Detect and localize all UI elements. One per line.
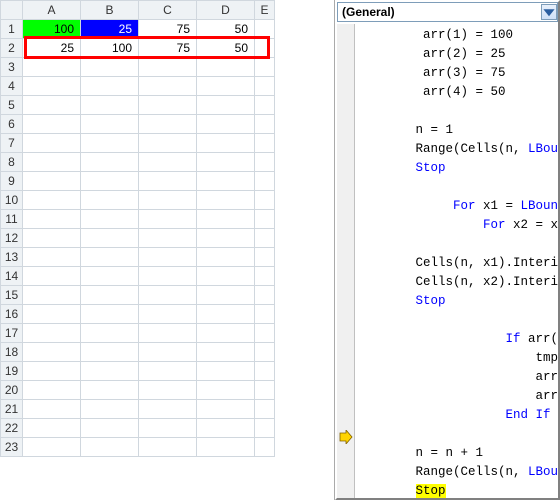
row-header[interactable]: 15 (1, 286, 23, 305)
row-header[interactable]: 16 (1, 305, 23, 324)
execution-pointer-icon (339, 430, 353, 444)
row-header[interactable]: 14 (1, 267, 23, 286)
cell-e2[interactable] (255, 39, 275, 58)
row-header[interactable]: 22 (1, 419, 23, 438)
chevron-down-icon[interactable] (541, 4, 557, 20)
procedure-combo[interactable]: (General) (337, 2, 558, 22)
row-header[interactable]: 19 (1, 362, 23, 381)
row-header[interactable]: 18 (1, 343, 23, 362)
col-header-e[interactable]: E (255, 1, 275, 20)
row-header[interactable]: 20 (1, 381, 23, 400)
code-editor-pane: (General) arr(1) = 100 arr(2) = 25 arr(3… (335, 0, 560, 500)
cell-d1[interactable]: 50 (197, 20, 255, 39)
procedure-combo-label: (General) (342, 5, 395, 19)
spreadsheet-grid[interactable]: A B C D E 1 100 25 75 50 2 25 100 75 50 (0, 0, 275, 457)
cell-b1[interactable]: 25 (81, 20, 139, 39)
row-header[interactable]: 9 (1, 172, 23, 191)
row-header[interactable]: 4 (1, 77, 23, 96)
col-header-b[interactable]: B (81, 1, 139, 20)
code-gutter (337, 24, 355, 498)
row-header[interactable]: 5 (1, 96, 23, 115)
col-header-d[interactable]: D (197, 1, 255, 20)
spreadsheet-pane: A B C D E 1 100 25 75 50 2 25 100 75 50 (0, 0, 335, 500)
col-header-c[interactable]: C (139, 1, 197, 20)
row-header[interactable]: 10 (1, 191, 23, 210)
row-header[interactable]: 17 (1, 324, 23, 343)
cell-e1[interactable] (255, 20, 275, 39)
row-header[interactable]: 2 (1, 39, 23, 58)
row-header[interactable]: 11 (1, 210, 23, 229)
row-header[interactable]: 13 (1, 248, 23, 267)
row-header[interactable]: 23 (1, 438, 23, 457)
row-header[interactable]: 3 (1, 58, 23, 77)
select-all-corner[interactable] (1, 1, 23, 20)
cell-d2[interactable]: 50 (197, 39, 255, 58)
code-header: (General) (337, 2, 558, 22)
row-header[interactable]: 21 (1, 400, 23, 419)
row-header[interactable]: 7 (1, 134, 23, 153)
cell-a2[interactable]: 25 (23, 39, 81, 58)
row-header[interactable]: 1 (1, 20, 23, 39)
cell-a1[interactable]: 100 (23, 20, 81, 39)
cell-c2[interactable]: 75 (139, 39, 197, 58)
row-header[interactable]: 12 (1, 229, 23, 248)
cell-c1[interactable]: 75 (139, 20, 197, 39)
code-body[interactable]: arr(1) = 100 arr(2) = 25 arr(3) = 75 arr… (355, 24, 558, 498)
row-header[interactable]: 6 (1, 115, 23, 134)
row-header[interactable]: 8 (1, 153, 23, 172)
cell-b2[interactable]: 100 (81, 39, 139, 58)
col-header-a[interactable]: A (23, 1, 81, 20)
current-line-highlight: Stop (416, 484, 446, 498)
